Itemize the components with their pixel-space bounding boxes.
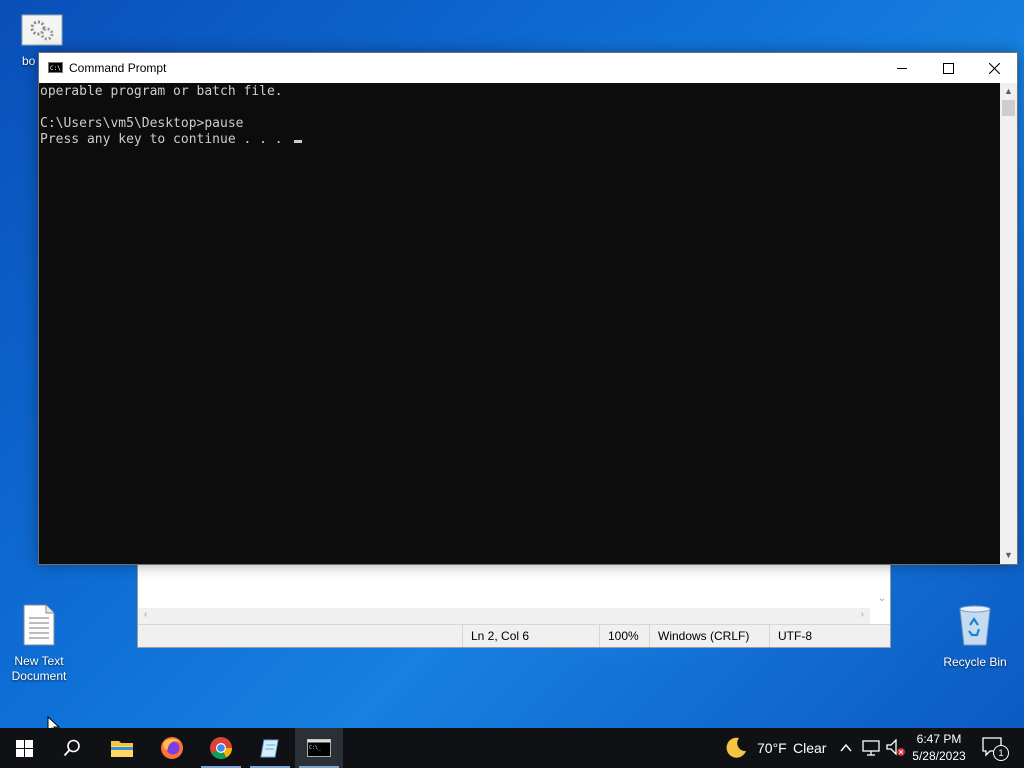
search-button[interactable] [48, 728, 96, 768]
svg-text:C:\_: C:\_ [309, 745, 322, 751]
taskbar-notepad[interactable] [246, 728, 294, 768]
notepad-icon [260, 739, 279, 758]
horizontal-scrollbar[interactable]: ‹ › [138, 608, 870, 624]
console-line: Press any key to continue . . . [40, 132, 1000, 148]
notepad-status-bar: Ln 2, Col 6 100% Windows (CRLF) UTF-8 [138, 624, 890, 647]
notepad-window[interactable]: ⌄ ‹ › Ln 2, Col 6 100% Windows (CRLF) UT… [137, 560, 891, 648]
console-line: C:\Users\vm5\Desktop>pause [40, 116, 244, 131]
chevron-up-icon[interactable] [839, 741, 853, 755]
minimize-icon [896, 67, 907, 69]
command-prompt-window[interactable]: C:\ Command Prompt operable program or b… [38, 52, 1018, 565]
text-document-icon [23, 604, 55, 646]
search-icon [63, 739, 80, 757]
network-icon[interactable] [862, 740, 880, 756]
volume-muted-icon[interactable] [886, 739, 906, 757]
close-button[interactable] [971, 53, 1017, 83]
chrome-icon [210, 737, 232, 759]
taskbar-file-explorer[interactable] [98, 728, 146, 768]
taskbar-chrome[interactable] [197, 728, 245, 768]
vertical-scrollbar[interactable]: ▲ ▼ [1000, 83, 1017, 564]
clock-time: 6:47 PM [916, 732, 962, 746]
scroll-down-icon[interactable]: ▼ [1000, 547, 1017, 564]
scroll-right-icon[interactable]: › [861, 609, 864, 620]
maximize-button[interactable] [925, 53, 971, 83]
window-title: Command Prompt [69, 61, 167, 75]
start-button[interactable] [0, 728, 48, 768]
desktop-icon-recycle-bin[interactable]: Recycle Bin [937, 603, 1013, 670]
scroll-left-icon[interactable]: ‹ [144, 609, 147, 620]
cmd-icon: C:\_ [307, 739, 331, 757]
scroll-up-icon[interactable]: ▲ [1000, 83, 1017, 100]
desktop-icon-label: New Text Document [11, 654, 67, 683]
status-encoding: UTF-8 [769, 625, 878, 647]
weather-condition[interactable]: Clear [793, 740, 826, 756]
status-zoom: 100% [599, 625, 648, 647]
clock-date: 5/28/2023 [912, 749, 966, 763]
close-icon [988, 62, 1000, 74]
title-bar[interactable]: C:\ Command Prompt [39, 53, 1017, 83]
taskbar-command-prompt[interactable]: C:\_ [295, 728, 343, 768]
notification-count-badge: 1 [993, 745, 1009, 761]
settings-file-icon [21, 14, 63, 46]
folder-icon [111, 741, 133, 757]
text-cursor [294, 140, 303, 143]
desktop-icon-new-text-document[interactable]: New Text Document [1, 604, 77, 684]
firefox-icon [161, 737, 183, 759]
taskbar: C:\_ 70°F Clear 6:47 PM 5/28/2023 1 [0, 728, 1024, 768]
weather-temperature[interactable]: 70°F [757, 740, 787, 756]
scrollbar-thumb[interactable] [1002, 100, 1015, 116]
weather-moon-icon[interactable] [724, 736, 748, 760]
console-prompt-text: Press any key to continue . . . [40, 132, 291, 147]
console-line: operable program or batch file. [40, 84, 283, 99]
scroll-down-icon[interactable]: ⌄ [878, 593, 886, 604]
taskbar-firefox[interactable] [148, 728, 196, 768]
minimize-button[interactable] [879, 53, 925, 83]
cmd-app-icon: C:\ [48, 62, 63, 73]
taskbar-clock[interactable]: 6:47 PM 5/28/2023 [904, 731, 974, 765]
status-line-ending: Windows (CRLF) [649, 625, 764, 647]
recycle-bin-icon [959, 605, 991, 646]
maximize-icon [942, 62, 954, 74]
windows-logo-icon [15, 739, 33, 757]
notification-center-button[interactable]: 1 [982, 736, 1009, 761]
status-cursor-position: Ln 2, Col 6 [462, 625, 599, 647]
console-output[interactable]: operable program or batch file. C:\Users… [39, 83, 1000, 564]
desktop-icon-label: Recycle Bin [943, 655, 1007, 669]
